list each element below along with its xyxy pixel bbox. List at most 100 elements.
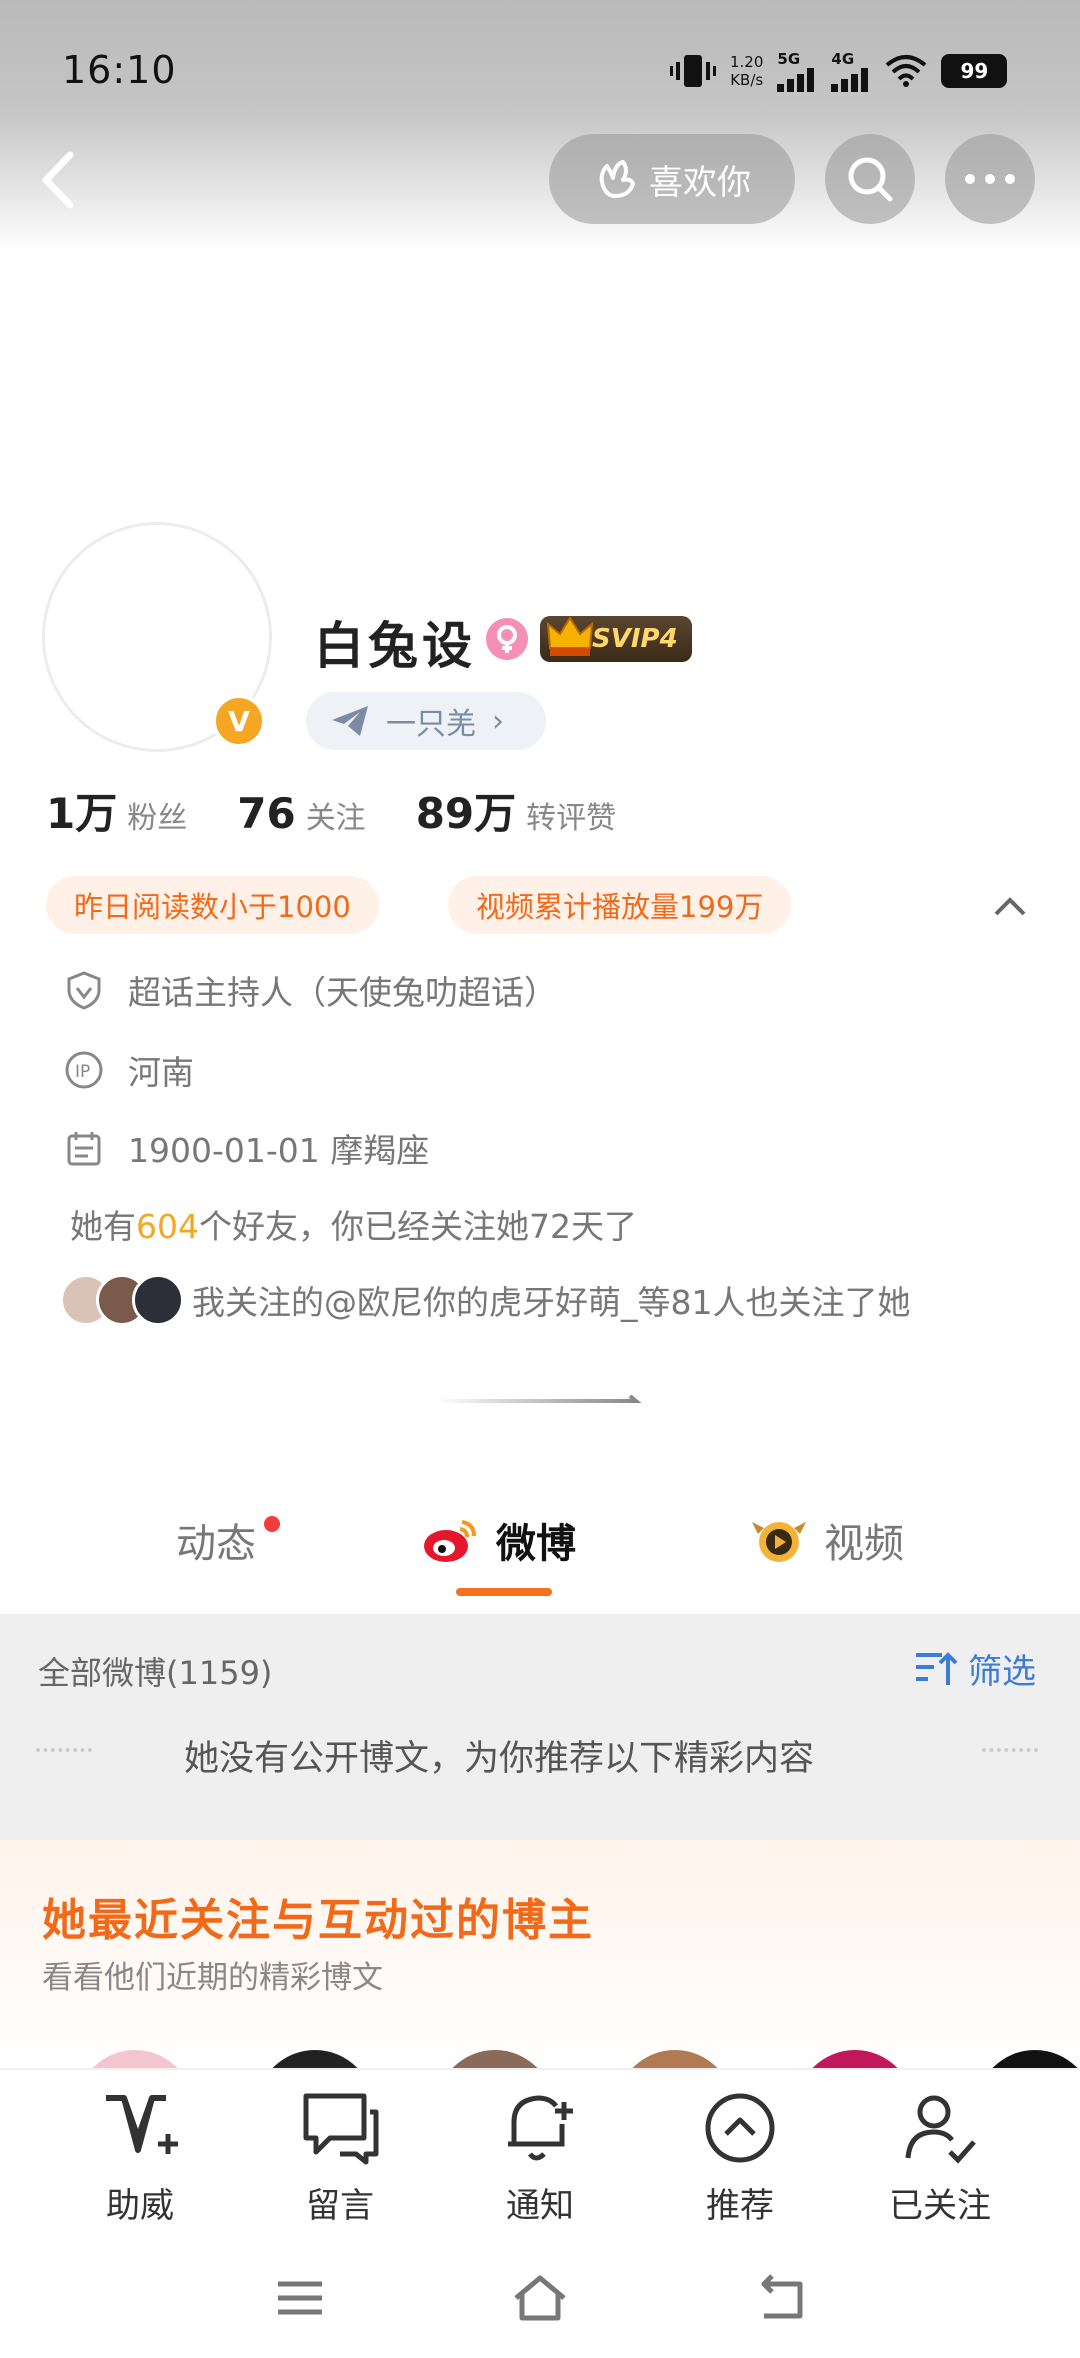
tab-weibo-label: 微博 bbox=[496, 1521, 576, 1567]
stat-reposts-num: 89万 bbox=[415, 789, 517, 838]
info-friends[interactable]: 她有604个好友，你已经关注她72天了 bbox=[70, 1200, 637, 1248]
stat-following-label: 关注 bbox=[305, 801, 366, 836]
tab-dynamic-label: 动态 bbox=[176, 1521, 256, 1567]
signal-4g: 4G bbox=[831, 50, 871, 92]
menu-icon[interactable] bbox=[270, 2268, 330, 2328]
battery-indicator: 99 bbox=[941, 54, 1008, 88]
calendar-icon bbox=[67, 1132, 101, 1166]
friends-prefix: 她有 bbox=[70, 1207, 136, 1246]
vibrate-icon bbox=[670, 55, 716, 87]
profile-stats: 1万 粉丝 76 关注 89万 转评赞 bbox=[46, 780, 666, 841]
back-button[interactable] bbox=[30, 145, 90, 215]
stat-reposts[interactable]: 89万 转评赞 bbox=[416, 780, 616, 841]
net-speed-unit: KB/s bbox=[730, 71, 764, 89]
back-nav-icon[interactable] bbox=[750, 2268, 810, 2328]
status-time: 16:10 bbox=[62, 48, 177, 92]
filter-button[interactable]: 筛选 bbox=[914, 1644, 1036, 1693]
paper-plane-icon bbox=[332, 706, 368, 736]
stat-following[interactable]: 76 关注 bbox=[237, 789, 365, 838]
profile-name: 白兔设 bbox=[314, 617, 476, 675]
svip-badge[interactable]: SVIP4 bbox=[540, 616, 692, 662]
friends-count: 604 bbox=[136, 1207, 199, 1246]
cheer-v-plus-icon bbox=[106, 2095, 178, 2154]
signal-bars-icon bbox=[777, 68, 815, 92]
more-button[interactable] bbox=[945, 134, 1035, 224]
more-dots-icon bbox=[965, 174, 1015, 184]
recommend-subtitle: 看看他们近期的精彩博文 bbox=[42, 1960, 383, 1996]
back-arrow-icon bbox=[42, 151, 74, 209]
mini-avatar bbox=[132, 1274, 184, 1326]
message-button[interactable]: 留言 bbox=[270, 2088, 410, 2227]
female-gender-icon bbox=[486, 618, 528, 660]
like-you-label: 喜欢你 bbox=[649, 162, 751, 203]
tagline-text: 一只羌 bbox=[386, 707, 476, 742]
active-tab-indicator bbox=[456, 1588, 552, 1596]
following-button[interactable]: 已关注 bbox=[870, 2088, 1010, 2227]
filter-label: 筛选 bbox=[968, 1652, 1036, 1692]
feed-count: 全部微博(1159) bbox=[38, 1654, 273, 1692]
tab-dynamic[interactable]: 动态 bbox=[176, 1490, 256, 1590]
stat-followers-label: 粉丝 bbox=[127, 801, 188, 836]
signal-5g: 5G bbox=[777, 50, 817, 92]
scroll-hint-arrow-icon bbox=[436, 1392, 642, 1404]
mutual-avatars bbox=[60, 1274, 184, 1326]
info-mutual-follows[interactable]: 我关注的@欧尼你的虎牙好萌_等81人也关注了她 bbox=[60, 1274, 911, 1326]
info-role-text: 超话主持人（天使兔叻超话） bbox=[128, 973, 557, 1012]
recommend-title: 她最近关注与互动过的博主 bbox=[42, 1895, 594, 1946]
friends-suffix: 个好友，你已经关注她72天了 bbox=[199, 1207, 637, 1246]
stat-following-num: 76 bbox=[237, 789, 296, 838]
cheer-button[interactable]: 助威 bbox=[70, 2088, 210, 2227]
net-speed: 1.20 KB/s bbox=[730, 53, 763, 89]
like-you-button[interactable]: 喜欢你 bbox=[549, 134, 795, 224]
signal-bars-icon bbox=[831, 68, 869, 92]
cheer-label: 助威 bbox=[106, 2186, 174, 2226]
chip-video-plays[interactable]: 视频累计播放量199万 bbox=[448, 876, 792, 934]
verified-v-icon: V bbox=[212, 694, 266, 748]
stat-reposts-label: 转评赞 bbox=[526, 801, 617, 836]
video-play-icon bbox=[752, 1522, 806, 1562]
info-ip-text: 河南 bbox=[128, 1053, 194, 1092]
divider-dots-right bbox=[982, 1748, 1038, 1752]
info-birthday-text: 1900-01-01 摩羯座 bbox=[128, 1131, 430, 1170]
svip-label: SVIP4 bbox=[592, 624, 678, 654]
chevron-up-circle-icon bbox=[705, 2093, 775, 2163]
user-check-icon bbox=[905, 2095, 976, 2164]
status-icons: 1.20 KB/s 5G 4G 99 bbox=[670, 46, 1008, 96]
mutual-text: 我关注的@欧尼你的虎牙好萌_等81人也关注了她 bbox=[192, 1283, 911, 1322]
chat-bubble-icon bbox=[303, 2093, 379, 2165]
svg-text:IP: IP bbox=[75, 1062, 90, 1082]
stat-followers[interactable]: 1万 粉丝 bbox=[46, 780, 187, 841]
signal-5g-label: 5G bbox=[777, 50, 801, 68]
search-button[interactable] bbox=[825, 134, 915, 224]
header-background bbox=[0, 0, 1080, 250]
profile-tagline[interactable]: 一只羌 › bbox=[306, 692, 546, 750]
weibo-logo-icon bbox=[424, 1520, 476, 1562]
unread-dot bbox=[264, 1516, 280, 1532]
home-icon[interactable] bbox=[510, 2268, 570, 2328]
info-birthday: 1900-01-01 摩羯座 bbox=[64, 1124, 429, 1172]
search-icon bbox=[848, 157, 893, 202]
no-public-notice: 她没有公开博文，为你推荐以下精彩内容 bbox=[184, 1739, 815, 1779]
chip-read-count[interactable]: 昨日阅读数小于1000 bbox=[46, 876, 379, 934]
crown-icon bbox=[546, 616, 594, 656]
info-role[interactable]: 超话主持人（天使兔叻超话） bbox=[64, 966, 557, 1014]
bell-plus-icon bbox=[508, 2095, 573, 2161]
collapse-chevron-up-icon[interactable] bbox=[990, 886, 1030, 926]
filter-sort-icon bbox=[916, 1651, 958, 1685]
net-speed-value: 1.20 bbox=[730, 53, 764, 71]
chevron-right-icon: › bbox=[492, 703, 504, 739]
message-label: 留言 bbox=[306, 2186, 374, 2226]
recommend-button[interactable]: 推荐 bbox=[670, 2088, 810, 2227]
info-ip: IP 河南 bbox=[64, 1046, 194, 1094]
recommend-label: 推荐 bbox=[706, 2186, 774, 2226]
divider-dots-left bbox=[36, 1748, 92, 1752]
tab-weibo[interactable]: 微博 bbox=[420, 1490, 576, 1590]
notify-button[interactable]: 通知 bbox=[470, 2088, 610, 2227]
notify-label: 通知 bbox=[506, 2186, 574, 2226]
tab-video[interactable]: 视频 bbox=[750, 1490, 904, 1590]
shield-icon bbox=[67, 971, 101, 1010]
following-label: 已关注 bbox=[889, 2186, 991, 2226]
signal-4g-label: 4G bbox=[831, 50, 855, 68]
tab-video-label: 视频 bbox=[824, 1521, 904, 1567]
ip-icon: IP bbox=[65, 1051, 103, 1089]
